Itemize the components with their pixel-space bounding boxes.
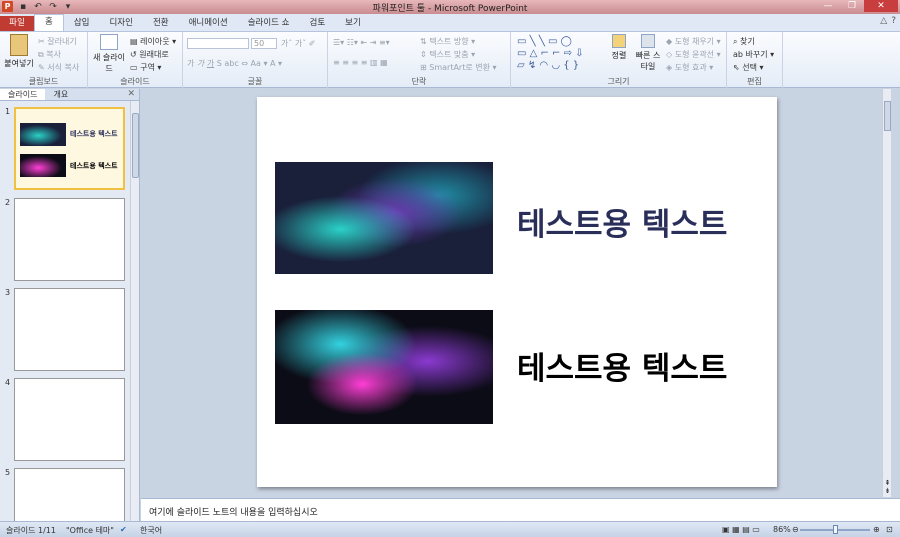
slide-thumb-1[interactable]: 1 테스트용 텍스트 테스트용 텍스트 [0,107,130,193]
copy-button[interactable]: ⧉ 복사 [38,49,61,60]
help-icon[interactable]: ? [891,16,896,26]
slides-group-label: 슬라이드 [120,77,150,86]
zoom-level[interactable]: 86% [773,525,791,534]
slide-image-1[interactable] [275,162,493,274]
clipboard-group-label: 클립보드 [28,77,59,86]
slides-group: 새 슬라이드 ▤ 레이아웃 ▾ ↺ 원래대로 ▭ 구역 ▾ 슬라이드 [88,32,183,88]
shapes-gallery[interactable]: ▭ ╲ ╲ ▭ ◯ ▭ △ ⌐ ⌐ ⇨ ⇩ ▱ ↯ ◠ ◡ { } [517,36,584,72]
shape-effects-button[interactable]: ◈ 도형 효과 ▾ [666,62,713,73]
editing-group: ⌕ 찾기 ab 바꾸기 ▾ ⇖ 선택 ▾ 편집 [727,32,783,88]
shape-outline-button[interactable]: ◇ 도형 윤곽선 ▾ [666,49,721,60]
font-style-buttons[interactable]: 가 가 가 S abc ⇔ Aa ▾ A ▾ [187,58,282,69]
minimize-ribbon-icon[interactable]: △ [880,16,887,26]
window-title: 파워포인트 툴 - Microsoft PowerPoint [372,4,528,14]
arrange-icon [612,34,626,48]
clipboard-group: 붙여넣기 ✂ 잘라내기 ⧉ 복사 ✎ 서식 복사 클립보드 [0,32,88,88]
zoom-in-icon[interactable]: ⊕ [873,525,880,534]
section-button[interactable]: ▭ 구역 ▾ [130,62,161,73]
editor-scrollbar[interactable]: ⇞ ⇟ [882,89,891,497]
theme-name[interactable]: "Office 테마" [66,525,114,536]
list-buttons[interactable]: ☰▾ ☷▾ ⇤ ⇥ ≡▾ [333,38,390,47]
smartart-button[interactable]: ⊞ SmartArt로 변환 ▾ [420,62,497,73]
font-group-label: 글꼴 [247,77,263,86]
fit-to-window-icon[interactable]: ⊡ [886,525,893,534]
tab-review[interactable]: 검토 [300,16,336,31]
current-slide[interactable]: 테스트용 텍스트 테스트용 텍스트 [257,97,777,487]
editor-scroll-thumb[interactable] [884,101,891,131]
quick-styles-icon [641,34,655,48]
drawing-group: ▭ ╲ ╲ ▭ ◯ ▭ △ ⌐ ⌐ ⇨ ⇩ ▱ ↯ ◠ ◡ { } 정렬 빠른 스타… [511,32,727,88]
slide-counter: 슬라이드 1/11 [6,526,56,535]
tab-view[interactable]: 보기 [335,16,371,31]
close-pane-icon[interactable]: ✕ [127,89,135,99]
tab-insert[interactable]: 삽입 [64,16,100,31]
notes-field[interactable]: 여기에 슬라이드 노트의 내용을 입력하십시오 [141,498,900,521]
tab-transitions[interactable]: 전환 [143,16,179,31]
slide-image-2[interactable] [275,310,493,424]
slide-thumb-5[interactable]: 5 [0,468,130,521]
tab-file[interactable]: 파일 [0,16,34,31]
thumb-text-1: 테스트용 텍스트 [70,130,118,138]
pane-scrollbar[interactable] [130,101,139,521]
ribbon-tabs: 파일 홈 삽입 디자인 전환 애니메이션 슬라이드 쇼 검토 보기 △ ? [0,14,900,32]
pane-scroll-thumb[interactable] [132,113,139,178]
slide-text-1[interactable]: 테스트용 텍스트 [517,199,727,244]
prev-next-slide-icon[interactable]: ⇞ ⇟ [883,479,892,495]
status-bar: 슬라이드 1/11 "Office 테마" ✔ 한국어 ▣ ▦ ▤ ▭ 86% … [0,521,900,537]
thumb-image-1 [20,123,66,146]
slide-editor: 테스트용 텍스트 테스트용 텍스트 ⇞ ⇟ [141,89,891,497]
slide-thumbnail-pane: 슬라이드 개요 ✕ 1 테스트용 텍스트 테스트용 텍스트 2 3 4 5 [0,89,140,521]
minimize-icon[interactable]: — [816,0,840,12]
shape-fill-button[interactable]: ◆ 도형 채우기 ▾ [666,36,721,47]
tab-design[interactable]: 디자인 [99,16,142,31]
zoom-out-icon[interactable]: ⊖ [792,525,799,534]
slide-thumb-2[interactable]: 2 [0,198,130,284]
slide-text-2[interactable]: 테스트용 텍스트 [517,343,727,388]
new-slide-button[interactable]: 새 슬라이드 [90,34,128,74]
text-direction-button[interactable]: ⇅ 텍스트 방향 ▾ [420,36,475,47]
layout-button[interactable]: ▤ 레이아웃 ▾ [130,36,176,47]
spellcheck-icon[interactable]: ✔ [120,525,127,534]
slide-thumb-4[interactable]: 4 [0,378,130,464]
replace-button[interactable]: ab 바꾸기 ▾ [733,49,774,60]
align-buttons[interactable]: ≡ ≡ ≡ ≡ ▥ ▦ [333,58,388,67]
ribbon: 붙여넣기 ✂ 잘라내기 ⧉ 복사 ✎ 서식 복사 클립보드 새 슬라이드 ▤ 레… [0,32,900,88]
arrange-button[interactable]: 정렬 [605,34,633,61]
font-size-combo[interactable]: 50 [251,38,277,49]
title-bar: P ▪ ↶ ↷ ▾ 파워포인트 툴 - Microsoft PowerPoint… [0,0,900,14]
paragraph-group-label: 단락 [411,77,427,86]
tab-animations[interactable]: 애니메이션 [179,16,238,31]
tab-outline-pane[interactable]: 개요 [45,89,76,100]
align-text-button[interactable]: ⇕ 텍스트 맞춤 ▾ [420,49,475,60]
reset-button[interactable]: ↺ 원래대로 [130,49,169,60]
cut-button[interactable]: ✂ 잘라내기 [38,36,77,47]
thumb-image-2 [20,154,66,177]
tab-slides-pane[interactable]: 슬라이드 [0,89,46,100]
slide-thumb-3[interactable]: 3 [0,288,130,374]
paste-icon [10,34,28,56]
language-indicator[interactable]: 한국어 [140,525,162,536]
quick-styles-button[interactable]: 빠른 스타일 [633,34,663,72]
paragraph-group: ☰▾ ☷▾ ⇤ ⇥ ≡▾ ≡ ≡ ≡ ≡ ▥ ▦ ⇅ 텍스트 방향 ▾ ⇕ 텍스… [328,32,511,88]
view-buttons[interactable]: ▣ ▦ ▤ ▭ [722,525,760,534]
drawing-group-label: 그리기 [607,77,630,86]
font-name-combo[interactable] [187,38,249,49]
new-slide-icon [100,34,118,50]
thumb-text-2: 테스트용 텍스트 [70,162,118,170]
close-icon[interactable]: ✕ [864,0,898,12]
find-button[interactable]: ⌕ 찾기 [733,36,755,47]
maximize-icon[interactable]: ❐ [840,0,864,12]
font-grow-shrink-buttons[interactable]: 가ˆ 가ˇ ✐ [281,38,316,49]
tab-home[interactable]: 홈 [34,14,64,31]
zoom-slider-knob[interactable] [833,525,838,534]
select-button[interactable]: ⇖ 선택 ▾ [733,62,764,73]
tab-slideshow[interactable]: 슬라이드 쇼 [238,16,300,31]
font-group: 50 가ˆ 가ˇ ✐ 가 가 가 S abc ⇔ Aa ▾ A ▾ 글꼴 [183,32,328,88]
format-painter-button[interactable]: ✎ 서식 복사 [38,62,79,73]
paste-button[interactable]: 붙여넣기 [3,34,35,69]
editing-group-label: 편집 [747,77,762,86]
